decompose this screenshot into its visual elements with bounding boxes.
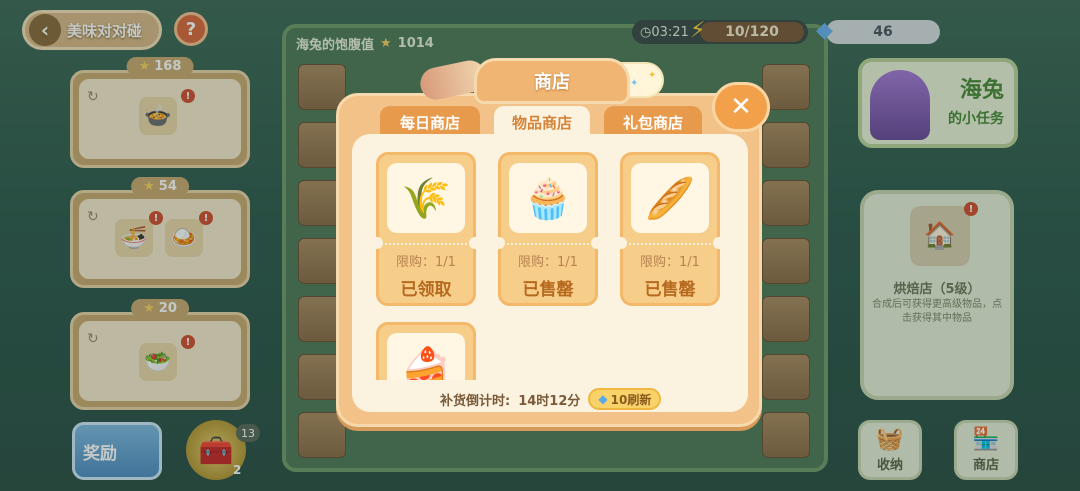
satiety-display: 海兔的饱腹值 ★ 1014 — [296, 34, 434, 53]
satiety-label: 海兔的饱腹值 — [296, 38, 375, 53]
purchase-limit: 限购：1/1 — [518, 255, 578, 270]
sprinkle-icon: ✦ — [648, 70, 657, 81]
flour-icon: 🥖 — [631, 163, 709, 233]
alert-icon: ! — [149, 211, 163, 225]
bread-icon: 🧁 — [509, 163, 587, 233]
sprinkle-icon: ✦ — [630, 78, 639, 89]
chest-count-badge: 13 — [236, 424, 260, 442]
quest-title-line2: 的小任务 — [948, 111, 1004, 127]
shop-item[interactable]: 🧁 限购：1/1 已售罄 — [493, 152, 603, 306]
help-button[interactable]: ? — [174, 12, 208, 46]
shop-button[interactable]: 🏪 商店 — [954, 420, 1018, 480]
chest-sub-count: 2 — [233, 463, 242, 477]
shop-item-grid[interactable]: 🌾 限购：1/1 已领取 🧁 限购：1/1 已售罄 🥖 限购：1/1 已售罄 🍰 — [352, 134, 748, 380]
star-icon: ★ — [138, 59, 151, 74]
crate-tile — [762, 412, 810, 458]
back-button[interactable]: ‹ 美味对对碰 — [22, 10, 162, 50]
crate-tile — [762, 354, 810, 400]
star-icon: ★ — [380, 36, 392, 51]
gem-counter[interactable]: 46 — [826, 20, 940, 44]
restock-bar: 补货倒计时: 14时12分 ◆ 10刷新 — [440, 388, 662, 410]
dish-icon: 🍛 — [165, 219, 203, 257]
crate-tile — [762, 238, 810, 284]
bolt-icon: ⚡ — [690, 18, 706, 43]
refresh-icon[interactable]: ↻ — [87, 89, 99, 105]
star-icon: ★ — [143, 179, 155, 194]
close-icon: ✕ — [730, 92, 752, 122]
order-score: ★ 20 — [131, 299, 189, 318]
restock-time: 14时12分 — [518, 393, 581, 409]
restock-label: 补货倒计时: — [440, 393, 511, 409]
cupcake-icon: 🍰 — [387, 333, 465, 380]
item-status: 已售罄 — [522, 280, 574, 300]
star-icon: ★ — [143, 301, 155, 316]
storage-button[interactable]: 🧺 收纳 — [858, 420, 922, 480]
dish-icon: 🍲 — [139, 97, 177, 135]
alert-icon: ! — [181, 89, 195, 103]
wheat-icon: 🌾 — [387, 163, 465, 233]
crate-tile — [298, 412, 346, 458]
bakery-icon: 🏠 — [910, 206, 970, 266]
crate-tile — [762, 296, 810, 342]
basket-icon: 🧺 — [876, 427, 904, 452]
shop-item[interactable]: 🥖 限购：1/1 已售罄 — [615, 152, 725, 306]
diamond-icon: ◆ — [598, 392, 608, 406]
alert-icon: ! — [181, 335, 195, 349]
purchase-limit: 限购：1/1 — [640, 255, 700, 270]
shop-title: 商店 — [474, 58, 630, 104]
building-card[interactable]: 🏠 ! 烘焙店（5级） 合成后可获得更高级物品，点击获得其中物品 — [860, 190, 1014, 400]
dish-icon: 🍜 — [115, 219, 153, 257]
item-status: 已售罄 — [644, 280, 696, 300]
building-name: 烘焙店（5级） — [893, 282, 981, 297]
back-arrow-icon: ‹ — [29, 14, 61, 46]
close-button[interactable]: ✕ — [712, 82, 770, 132]
reward-button[interactable]: 奖励 — [72, 422, 162, 480]
order-score: ★ 168 — [126, 57, 194, 76]
building-description: 合成后可获得更高级物品，点击获得其中物品 — [872, 299, 1002, 324]
order-card-2[interactable]: ★ 54 ↻ 🍜 🍛 ! ! — [70, 177, 250, 288]
quest-title-line1: 海兔 — [959, 78, 1004, 103]
game-title: 美味对对碰 — [67, 21, 143, 40]
alert-icon: ! — [964, 202, 978, 216]
dish-icon: 🥗 — [139, 343, 177, 381]
refresh-button[interactable]: ◆ 10刷新 — [588, 388, 662, 410]
order-card-1[interactable]: ★ 168 ↻ 🍲 ! — [70, 57, 250, 168]
order-score: ★ 54 — [131, 177, 189, 196]
energy-bar[interactable]: 10/120 — [700, 22, 804, 42]
crate-tile — [762, 180, 810, 226]
store-icon: 🏪 — [972, 427, 1000, 452]
clock-icon: ◷ — [640, 24, 652, 40]
item-status: 已领取 — [400, 280, 452, 300]
satiety-value: 1014 — [397, 36, 434, 51]
diamond-icon: ◆ — [816, 18, 833, 43]
refresh-icon[interactable]: ↻ — [87, 209, 99, 225]
quest-card[interactable]: 海兔 的小任务 — [858, 58, 1018, 148]
alert-icon: ! — [199, 211, 213, 225]
purchase-limit: 限购：1/1 — [396, 255, 456, 270]
shop-item[interactable]: 🍰 — [376, 322, 476, 380]
crate-tile — [762, 122, 810, 168]
order-card-3[interactable]: ★ 20 ↻ 🥗 ! — [70, 299, 250, 410]
shop-item[interactable]: 🌾 限购：1/1 已领取 — [371, 152, 481, 306]
character-portrait — [870, 70, 930, 140]
refresh-icon[interactable]: ↻ — [87, 331, 99, 347]
